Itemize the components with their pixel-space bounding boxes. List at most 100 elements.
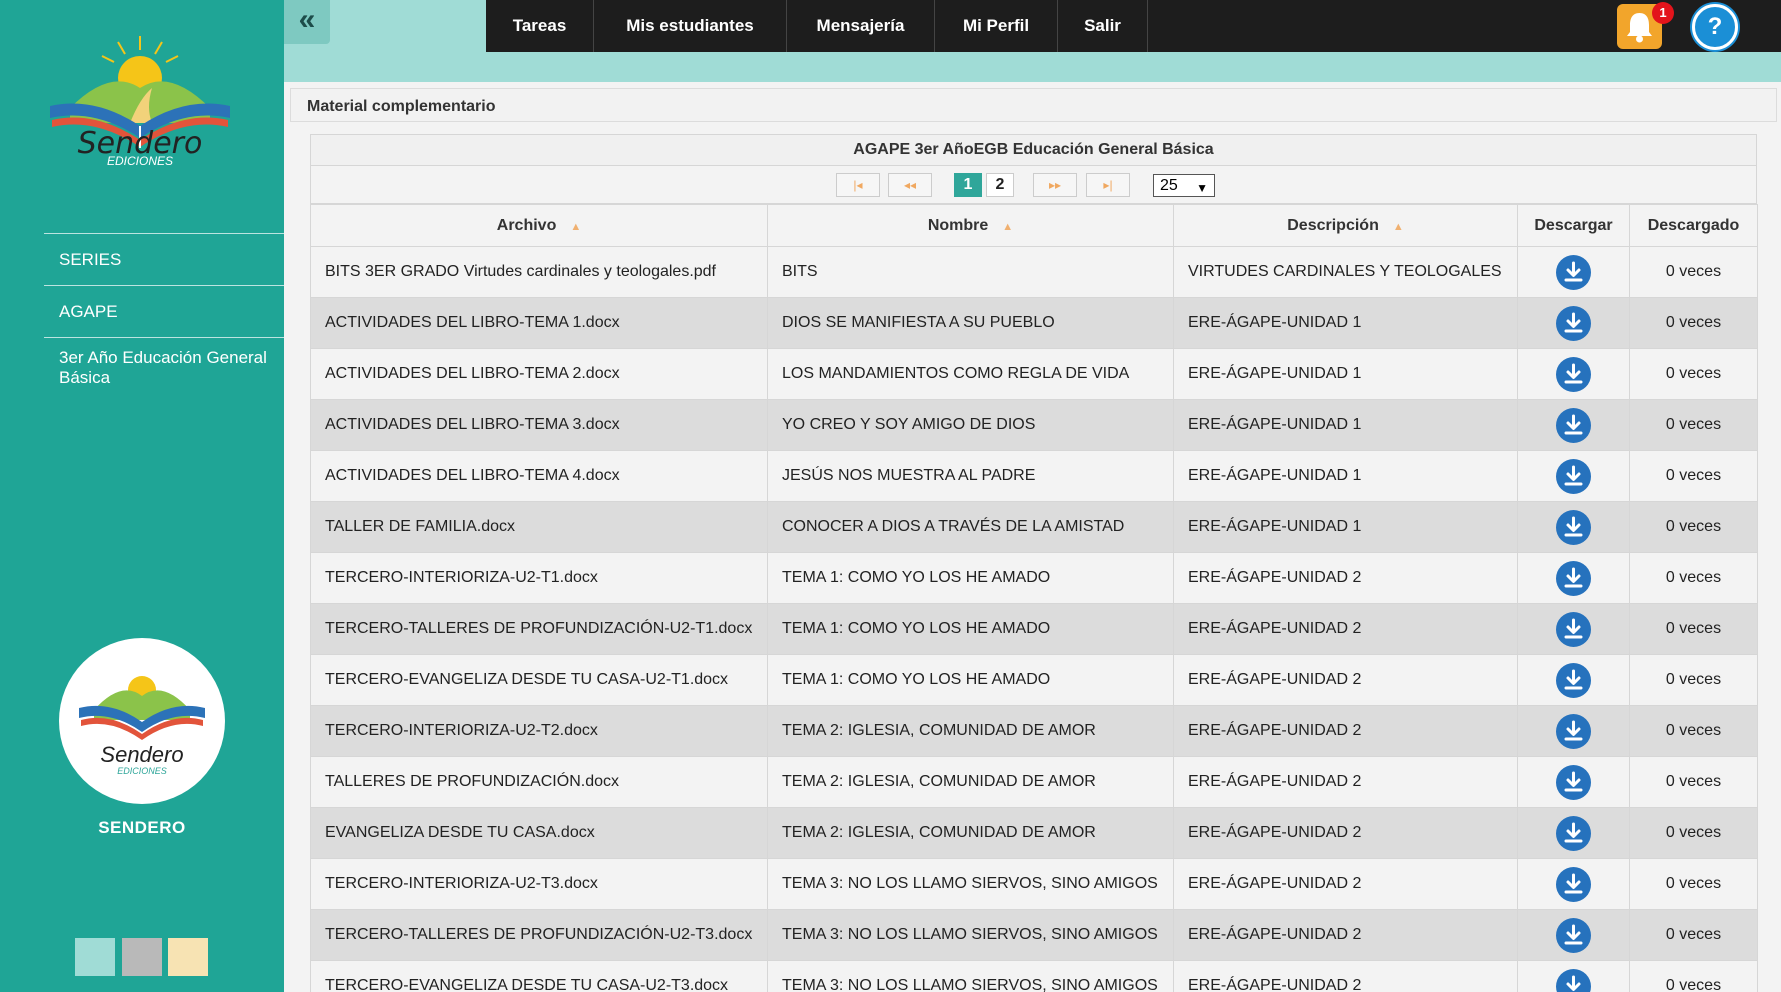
download-arrow-icon (1566, 975, 1581, 991)
sendero-logo[interactable]: Sendero EDICIONES (40, 28, 240, 198)
cell-descargar (1517, 807, 1630, 859)
sort-arrows-icon: ▲ (1002, 220, 1014, 233)
cell-descargar (1517, 450, 1630, 502)
cell-archivo: TERCERO-INTERIORIZA-U2-T1.docx (310, 552, 768, 604)
page-size-value: 25 (1160, 177, 1178, 194)
nav-mi-perfil[interactable]: Mi Perfil (935, 0, 1058, 52)
nav-tareas[interactable]: Tareas (486, 0, 594, 52)
download-arrow-icon (1564, 924, 1583, 944)
pager-page-1[interactable]: 1 (954, 173, 982, 197)
download-button[interactable] (1556, 662, 1591, 698)
theme-swatch-teal[interactable] (75, 938, 115, 976)
cell-nombre: TEMA 2: IGLESIA, COMUNIDAD DE AMOR (767, 807, 1174, 859)
download-button[interactable] (1556, 917, 1591, 953)
pager-page-2[interactable]: 2 (986, 173, 1014, 197)
column-header-nombre[interactable]: Nombre ▲ (767, 204, 1174, 247)
download-arrow-icon (1564, 312, 1583, 332)
download-button[interactable] (1556, 866, 1591, 902)
help-button[interactable]: ? (1692, 4, 1738, 50)
sidebar-item-series[interactable]: SERIES (44, 233, 284, 285)
cell-archivo: TALLERES DE PROFUNDIZACIÓN.docx (310, 756, 768, 808)
download-button[interactable] (1556, 560, 1591, 596)
download-button[interactable] (1556, 509, 1591, 545)
cell-descargado: 0 veces (1629, 960, 1758, 992)
download-arrow-icon (1564, 771, 1583, 791)
cell-archivo: TERCERO-INTERIORIZA-U2-T3.docx (310, 858, 768, 910)
table-row: TERCERO-TALLERES DE PROFUNDIZACIÓN-U2-T3… (310, 909, 1758, 961)
sidebar: Sendero EDICIONES SERIES AGAPE 3er Año E… (0, 0, 284, 992)
cell-archivo: ACTIVIDADES DEL LIBRO-TEMA 3.docx (310, 399, 768, 451)
cell-nombre: TEMA 1: COMO YO LOS HE AMADO (767, 603, 1174, 655)
cell-descargar (1517, 858, 1630, 910)
download-button[interactable] (1556, 815, 1591, 851)
cell-descargar (1517, 909, 1630, 961)
download-arrow-icon (1564, 873, 1583, 893)
nav-salir[interactable]: Salir (1058, 0, 1148, 52)
download-button[interactable] (1556, 611, 1591, 647)
download-arrow-icon (1564, 822, 1583, 842)
sidebar-item-grade[interactable]: 3er Año Educación General Básica (44, 337, 284, 403)
pager-last-icon[interactable]: ▸| (1086, 173, 1130, 197)
sidebar-menu: SERIES AGAPE 3er Año Educación General B… (44, 233, 284, 403)
cell-descargado: 0 veces (1629, 399, 1758, 451)
download-button[interactable] (1556, 407, 1591, 443)
nav-mis-estudiantes[interactable]: Mis estudiantes (594, 0, 787, 52)
download-button[interactable] (1556, 764, 1591, 800)
pager-prev-icon[interactable]: ◂◂ (888, 173, 932, 197)
theme-swatch-cream[interactable] (168, 938, 208, 976)
cell-descargar (1517, 552, 1630, 604)
column-label: Descargado (1647, 216, 1740, 234)
cell-archivo: TERCERO-INTERIORIZA-U2-T2.docx (310, 705, 768, 757)
column-header-archivo[interactable]: Archivo ▲ (310, 204, 768, 247)
collapse-sidebar-button[interactable]: « (284, 0, 330, 44)
cell-descripcion: ERE-ÁGAPE-UNIDAD 1 (1173, 501, 1518, 553)
pager: |◂ ◂◂ 1 2 ▸▸ ▸| 25 ▼ (310, 166, 1757, 204)
chevron-down-icon: ▼ (1196, 181, 1208, 195)
cell-archivo: TALLER DE FAMILIA.docx (310, 501, 768, 553)
download-button[interactable] (1556, 356, 1591, 392)
table-row: BITS 3ER GRADO Virtudes cardinales y teo… (310, 246, 1758, 298)
table-row: ACTIVIDADES DEL LIBRO-TEMA 2.docx LOS MAN… (310, 348, 1758, 400)
cell-descripcion: ERE-ÁGAPE-UNIDAD 2 (1173, 807, 1518, 859)
cell-descargar (1517, 960, 1630, 992)
sort-arrows-icon: ▲ (1392, 220, 1404, 233)
question-icon: ? (1707, 13, 1723, 40)
cell-descargar (1517, 501, 1630, 553)
cell-descargado: 0 veces (1629, 552, 1758, 604)
download-button[interactable] (1556, 968, 1591, 992)
cell-descargado: 0 veces (1629, 603, 1758, 655)
download-button[interactable] (1556, 254, 1591, 290)
pager-first-icon[interactable]: |◂ (836, 173, 880, 197)
column-header-descripcion[interactable]: Descripción ▲ (1173, 204, 1518, 247)
cell-descargar (1517, 654, 1630, 706)
circle-logo-subtext: EDICIONES (117, 766, 167, 776)
theme-swatch-gray[interactable] (122, 938, 162, 976)
pager-next-icon[interactable]: ▸▸ (1033, 173, 1077, 197)
cell-nombre: TEMA 3: NO LOS LLAMO SIERVOS, SINO AMIGO… (767, 909, 1174, 961)
cell-nombre: TEMA 3: NO LOS LLAMO SIERVOS, SINO AMIGO… (767, 858, 1174, 910)
table-row: TERCERO-INTERIORIZA-U2-T3.docx TEMA 3: NO… (310, 858, 1758, 910)
sidebar-item-agape[interactable]: AGAPE (44, 285, 284, 337)
cell-nombre: TEMA 1: COMO YO LOS HE AMADO (767, 552, 1174, 604)
cell-descargar (1517, 603, 1630, 655)
cell-descargar (1517, 756, 1630, 808)
cell-descripcion: ERE-ÁGAPE-UNIDAD 1 (1173, 450, 1518, 502)
download-arrow-icon (1564, 516, 1583, 536)
book-sun-logo-icon (79, 676, 205, 740)
download-button[interactable] (1556, 713, 1591, 749)
column-label: Descripción (1287, 216, 1379, 234)
table-row: ACTIVIDADES DEL LIBRO-TEMA 4.docx JESÚS N… (310, 450, 1758, 502)
download-arrow-icon (1564, 465, 1583, 485)
cell-archivo: TERCERO-EVANGELIZA DESDE TU CASA-U2-T1.d… (310, 654, 768, 706)
cell-archivo: ACTIVIDADES DEL LIBRO-TEMA 4.docx (310, 450, 768, 502)
download-button[interactable] (1556, 305, 1591, 341)
download-button[interactable] (1556, 458, 1591, 494)
cell-nombre: JESÚS NOS MUESTRA AL PADRE (767, 450, 1174, 502)
notification-count-badge: 1 (1652, 2, 1674, 24)
cell-descargar (1517, 348, 1630, 400)
sendero-circle-logo[interactable]: Sendero EDICIONES (59, 638, 225, 804)
page-size-select[interactable]: 25 ▼ (1153, 174, 1215, 197)
cell-descripcion: ERE-ÁGAPE-UNIDAD 2 (1173, 705, 1518, 757)
book-sun-logo-icon (50, 36, 230, 148)
nav-mensajeria[interactable]: Mensajería (787, 0, 935, 52)
